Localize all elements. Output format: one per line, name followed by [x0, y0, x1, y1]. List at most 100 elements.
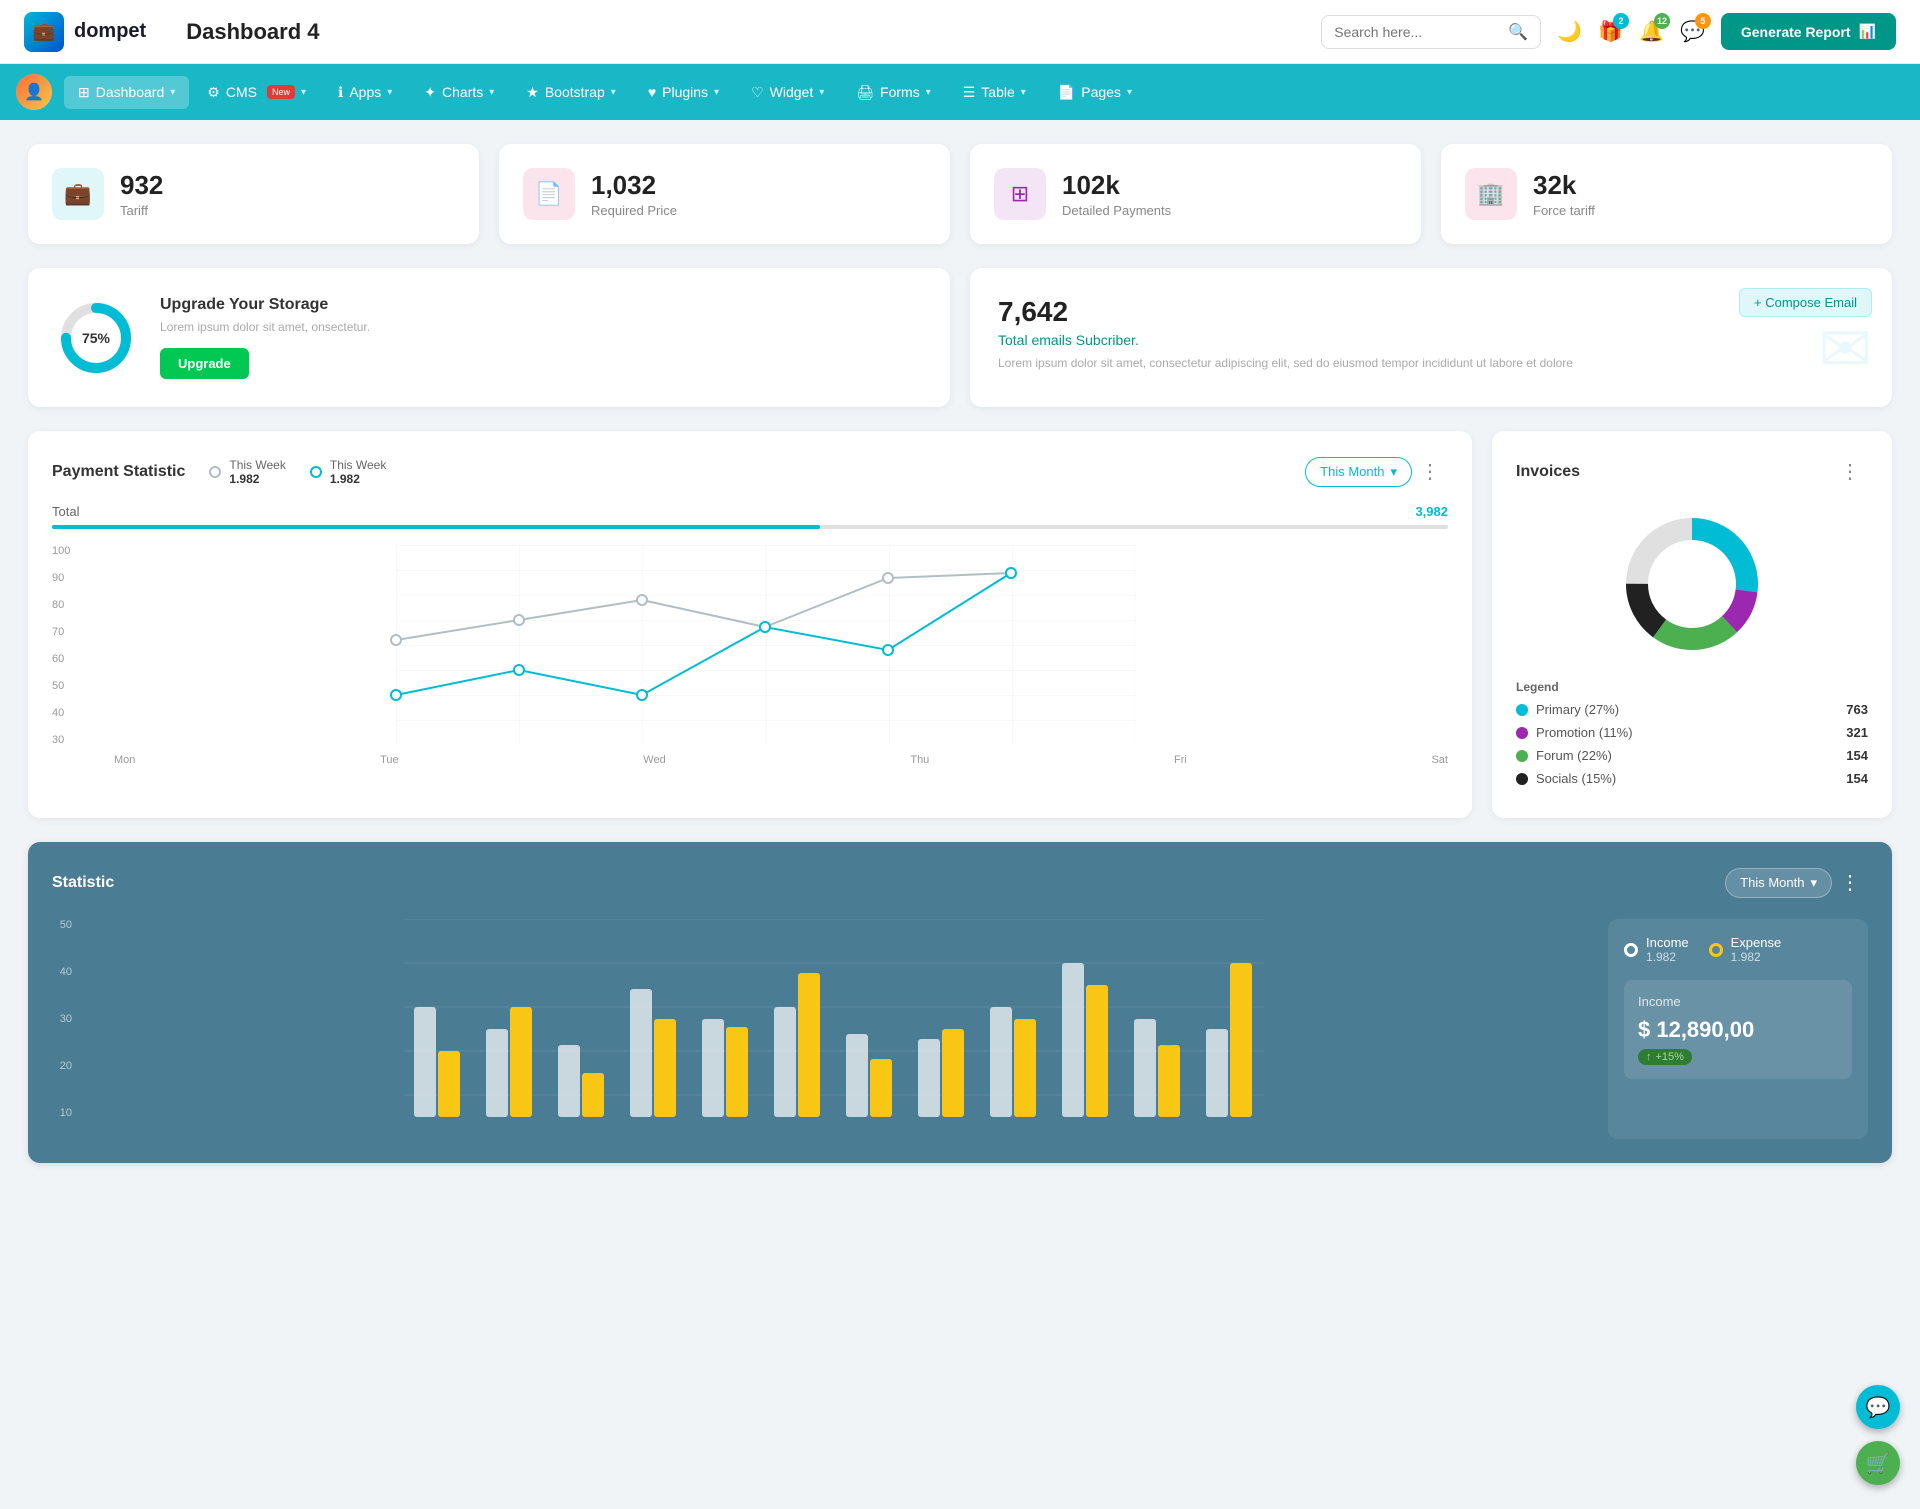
nav-item-bootstrap[interactable]: ★ Bootstrap ▾: [512, 76, 630, 109]
forms-nav-icon: 🖨: [856, 84, 874, 101]
statistic-title: Statistic: [52, 874, 114, 892]
logo: 💼 dompet: [24, 12, 146, 52]
nav-cms-label: CMS: [226, 84, 257, 100]
nav-arrow-pages: ▾: [1127, 87, 1132, 98]
stat-info-required-price: 1,032 Required Price: [591, 170, 677, 218]
nav-arrow-forms: ▾: [926, 87, 931, 98]
tariff-value: 932: [120, 170, 163, 201]
invoices-legend-header: Legend: [1516, 680, 1868, 694]
promotion-label: Promotion (11%): [1536, 725, 1633, 740]
required-price-icon: 📄: [523, 168, 575, 220]
nav-item-apps[interactable]: ℹ Apps ▾: [324, 76, 406, 109]
promotion-count: 321: [1846, 725, 1868, 740]
nav-table-label: Table: [981, 84, 1014, 100]
legend-item-1: This Week 1.982: [209, 458, 285, 486]
nav-item-plugins[interactable]: ♥ Plugins ▾: [634, 76, 733, 108]
x-axis-payment: MonTueWedThuFriSat: [84, 754, 1448, 766]
nav-arrow-widget: ▾: [819, 87, 824, 98]
payment-line-chart: [84, 545, 1448, 745]
nav-arrow-apps: ▾: [387, 87, 392, 98]
shop-fab-button[interactable]: 🛒: [1856, 1441, 1900, 1485]
user-avatar[interactable]: 👤: [16, 74, 52, 110]
payment-more-button[interactable]: ⋮: [1412, 455, 1448, 488]
nav-item-table[interactable]: ☰ Table ▾: [949, 76, 1040, 109]
nav-item-charts[interactable]: ✦ Charts ▾: [410, 76, 508, 109]
chat-fab-button[interactable]: 💬: [1856, 1385, 1900, 1429]
nav-apps-label: Apps: [349, 84, 381, 100]
bootstrap-nav-icon: ★: [526, 84, 539, 101]
payment-filter-button[interactable]: This Month ▾: [1305, 457, 1412, 487]
storage-desc: Lorem ipsum dolor sit amet, onsectetur.: [160, 320, 370, 334]
primary-count: 763: [1846, 702, 1868, 717]
stat-card-detailed-payments: ⊞ 102k Detailed Payments: [970, 144, 1421, 244]
search-icon[interactable]: 🔍: [1508, 22, 1528, 42]
nav-item-forms[interactable]: 🖨 Forms ▾: [842, 76, 944, 109]
invoices-card: Invoices ⋮ Lege: [1492, 431, 1892, 818]
legend-primary: Primary (27%) 763: [1516, 702, 1868, 717]
gift-icon[interactable]: 🎁 2: [1598, 19, 1623, 44]
income-legend-item: Income 1.982: [1624, 935, 1689, 964]
chat-icon[interactable]: 💬 5: [1680, 19, 1705, 44]
email-bg-icon: ✉: [1818, 312, 1872, 387]
chart-icon: 📊: [1859, 23, 1876, 40]
expense-legend-item: Expense 1.982: [1709, 935, 1782, 964]
payment-title: Payment Statistic: [52, 463, 185, 481]
line-chart-wrapper: 10090807060504030: [52, 545, 1448, 766]
storage-title: Upgrade Your Storage: [160, 296, 370, 314]
promotion-color: [1516, 727, 1528, 739]
nav-item-cms[interactable]: ⚙ CMS New ▾: [193, 76, 320, 109]
income-badge: ↑ +15%: [1638, 1049, 1692, 1065]
statistic-filter-label: This Month: [1740, 875, 1804, 890]
logo-icon: 💼: [24, 12, 64, 52]
cms-nav-icon: ⚙: [207, 84, 220, 101]
income-expense-panel: Income 1.982 Expense 1.982 Income $: [1608, 919, 1868, 1139]
up-arrow-icon: ↑: [1646, 1051, 1652, 1063]
nav-widget-label: Widget: [770, 84, 814, 100]
invoices-more-button[interactable]: ⋮: [1832, 455, 1868, 488]
bar-chart-wrapper: 5040302010: [52, 919, 1588, 1139]
charts-row: Payment Statistic This Week 1.982 This W…: [28, 431, 1892, 818]
generate-report-button[interactable]: Generate Report 📊: [1721, 13, 1896, 50]
navbar: 👤 ⊞ Dashboard ▾ ⚙ CMS New ▾ ℹ Apps ▾ ✦ C…: [0, 64, 1920, 120]
nav-item-pages[interactable]: 📄 Pages ▾: [1044, 76, 1146, 109]
detailed-payments-label: Detailed Payments: [1062, 203, 1171, 218]
nav-arrow-charts: ▾: [489, 87, 494, 98]
required-price-label: Required Price: [591, 203, 677, 218]
apps-nav-icon: ℹ: [338, 84, 343, 101]
payment-progress-fill: [52, 525, 820, 529]
notification-bell[interactable]: 🔔 12: [1639, 19, 1664, 44]
nav-forms-label: Forms: [880, 84, 920, 100]
legend2-value: 1.982: [330, 472, 386, 486]
nav-item-widget[interactable]: ♡ Widget ▾: [737, 76, 838, 109]
legend-forum: Forum (22%) 154: [1516, 748, 1868, 763]
gift-badge: 2: [1613, 13, 1629, 29]
stat-card-force-tariff: 🏢 32k Force tariff: [1441, 144, 1892, 244]
stat-info-detailed-payments: 102k Detailed Payments: [1062, 170, 1171, 218]
socials-label: Socials (15%): [1536, 771, 1616, 786]
search-input[interactable]: [1334, 24, 1500, 40]
invoices-title: Invoices: [1516, 463, 1580, 481]
tariff-label: Tariff: [120, 203, 163, 218]
socials-color: [1516, 773, 1528, 785]
pages-nav-icon: 📄: [1058, 84, 1075, 101]
dashboard-nav-icon: ⊞: [78, 84, 90, 101]
expense-legend-label: Expense: [1731, 935, 1782, 950]
payment-header: Payment Statistic This Week 1.982 This W…: [52, 455, 1448, 488]
statistic-filter-button[interactable]: This Month ▾: [1725, 868, 1832, 898]
email-desc: Lorem ipsum dolor sit amet, consectetur …: [998, 356, 1864, 370]
legend-socials: Socials (15%) 154: [1516, 771, 1868, 786]
storage-donut: 75%: [56, 298, 136, 378]
payment-legend: This Week 1.982 This Week 1.982: [209, 458, 386, 486]
main-content: 💼 932 Tariff 📄 1,032 Required Price ⊞ 10…: [0, 120, 1920, 1187]
upgrade-button[interactable]: Upgrade: [160, 348, 249, 379]
statistic-content: 5040302010: [52, 919, 1868, 1139]
statistic-more-button[interactable]: ⋮: [1832, 866, 1868, 899]
bell-badge: 12: [1654, 13, 1670, 29]
income-box: Income $ 12,890,00 ↑ +15%: [1624, 980, 1852, 1079]
nav-item-dashboard[interactable]: ⊞ Dashboard ▾: [64, 76, 189, 109]
generate-report-label: Generate Report: [1741, 24, 1851, 40]
theme-toggle[interactable]: 🌙: [1557, 19, 1582, 44]
stats-row: 💼 932 Tariff 📄 1,032 Required Price ⊞ 10…: [28, 144, 1892, 244]
forum-color: [1516, 750, 1528, 762]
y-axis-payment: 10090807060504030: [52, 545, 82, 746]
